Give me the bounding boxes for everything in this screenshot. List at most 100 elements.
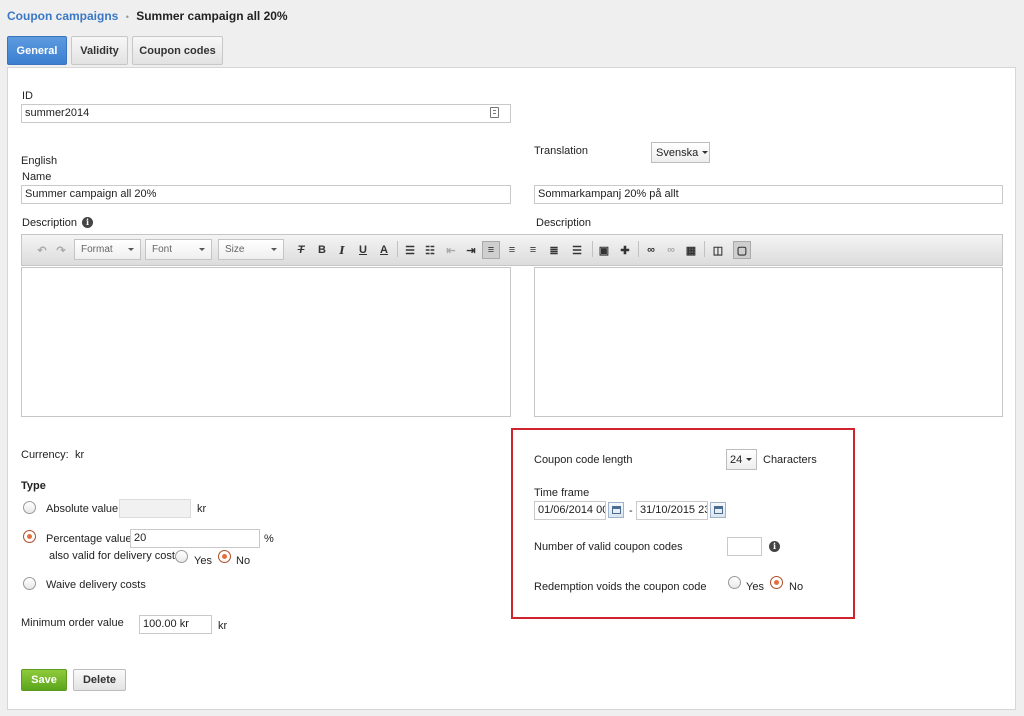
name-input[interactable]: Summer campaign all 20% [21,185,511,204]
currency-label: Currency: [21,449,69,461]
translated-description-editor[interactable] [534,267,1003,417]
percentage-value-label: Percentage value [46,533,132,545]
code-length-select[interactable]: 24 [726,449,757,470]
chevron-down-icon [199,248,205,251]
breadcrumb-current: Summer campaign all 20% [136,9,288,23]
redo-icon[interactable]: ↷ [52,241,70,259]
format-select-label: Format [81,244,113,255]
save-button[interactable]: Save [21,669,67,691]
start-date-input[interactable]: 01/06/2014 00: [534,501,606,520]
absolute-value-radio[interactable] [23,501,36,514]
table-icon[interactable]: ▦ [682,241,700,259]
valid-codes-label: Number of valid coupon codes [534,541,683,553]
size-select-label: Size [225,244,245,255]
breadcrumb: Coupon campaigns • Summer campaign all 2… [7,9,288,23]
redemption-label: Redemption voids the coupon code [534,581,707,593]
toolbar-divider [397,241,398,257]
image-icon[interactable]: ▣ [595,241,613,259]
align-right-icon[interactable]: ≡ [524,241,542,259]
code-length-value: 24 [730,453,743,466]
waive-delivery-radio[interactable] [23,577,36,590]
description-editor[interactable] [21,267,511,417]
toolbar-divider [638,241,639,257]
code-length-label: Coupon code length [534,454,633,466]
redemption-yes-radio[interactable] [728,576,741,589]
unlink-icon[interactable]: ∞ [662,241,680,259]
plugin-icon[interactable]: ✚ [616,241,634,259]
link-icon[interactable]: ∞ [642,241,660,259]
tab-validity[interactable]: Validity [71,36,128,65]
translation-label: Translation [534,145,589,157]
tab-general[interactable]: General [7,36,67,65]
percentage-value-input[interactable]: 20 [130,529,260,548]
preview-icon[interactable]: ▢ [733,241,751,259]
absolute-value-input[interactable] [119,499,191,518]
delivery-yes-radio[interactable] [175,550,188,563]
bold-icon[interactable]: B [313,241,331,259]
numbered-list-icon[interactable]: ☰ [401,241,419,259]
id-input[interactable]: summer2014 [21,104,511,123]
undo-icon[interactable]: ↶ [33,241,51,259]
date-range-separator: - [629,505,633,517]
info-icon[interactable]: i [82,217,93,228]
valid-codes-input[interactable] [727,537,762,556]
translated-description-label: Description [536,217,592,229]
id-field-icon[interactable] [490,107,499,118]
source-code-icon[interactable]: ◫ [709,241,727,259]
end-date-input[interactable]: 31/10/2015 23 [636,501,708,520]
toolbar-divider [704,241,705,257]
calendar-icon[interactable] [710,502,726,518]
font-select-label: Font [152,244,173,255]
type-heading: Type [21,480,46,492]
font-select[interactable]: Font [145,239,212,260]
language-label: English [21,155,58,167]
format-select[interactable]: Format [74,239,141,260]
percentage-unit: % [264,533,274,545]
calendar-icon[interactable] [608,502,624,518]
chevron-down-icon [746,458,753,461]
delivery-yes-label: Yes [194,555,212,567]
delivery-costs-label: also valid for delivery costs [49,550,181,562]
text-color-icon[interactable]: A [375,241,393,259]
justify-icon[interactable]: ≣ [545,241,563,259]
bulleted-list-icon[interactable]: ☷ [421,241,439,259]
minimum-order-unit: kr [218,620,228,632]
align-center-icon[interactable]: ≡ [503,241,521,259]
name-label: Name [22,171,52,183]
translated-name-input[interactable]: Sommarkampanj 20% på allt [534,185,1003,204]
chevron-down-icon [271,248,277,251]
time-frame-label: Time frame [534,487,590,499]
size-select[interactable]: Size [218,239,284,260]
redemption-no-label: No [789,581,804,593]
currency-value: kr [75,449,85,461]
chevron-down-icon [128,248,134,251]
align-left-icon[interactable]: ≡ [482,241,500,259]
outdent-icon[interactable]: ⇤ [442,241,460,259]
tab-coupon-codes[interactable]: Coupon codes [132,36,223,65]
description-label: Description [22,217,78,229]
chevron-down-icon [702,151,709,154]
delivery-no-radio[interactable] [218,550,231,563]
line-height-icon[interactable]: ☰ [568,241,586,259]
delete-button[interactable]: Delete [73,669,126,691]
translation-select[interactable]: Svenska [651,142,710,163]
delivery-no-label: No [236,555,251,567]
id-label: ID [22,90,33,102]
redemption-yes-label: Yes [746,581,764,593]
minimum-order-label: Minimum order value [21,617,124,629]
italic-icon[interactable]: I [333,241,351,259]
indent-icon[interactable]: ⇥ [462,241,480,259]
breadcrumb-link-coupon-campaigns[interactable]: Coupon campaigns [7,9,118,23]
redemption-no-radio[interactable] [770,576,783,589]
remove-format-icon[interactable]: T [292,241,310,259]
info-icon[interactable]: i [769,541,780,552]
underline-icon[interactable]: U [354,241,372,259]
toolbar-divider [592,241,593,257]
code-length-unit: Characters [763,454,817,466]
breadcrumb-separator: • [125,12,129,22]
waive-delivery-label: Waive delivery costs [46,579,146,591]
absolute-value-unit: kr [197,503,207,515]
percentage-value-radio[interactable] [23,530,36,543]
translation-select-value: Svenska [656,146,699,159]
minimum-order-input[interactable]: 100.00 kr [139,615,212,634]
